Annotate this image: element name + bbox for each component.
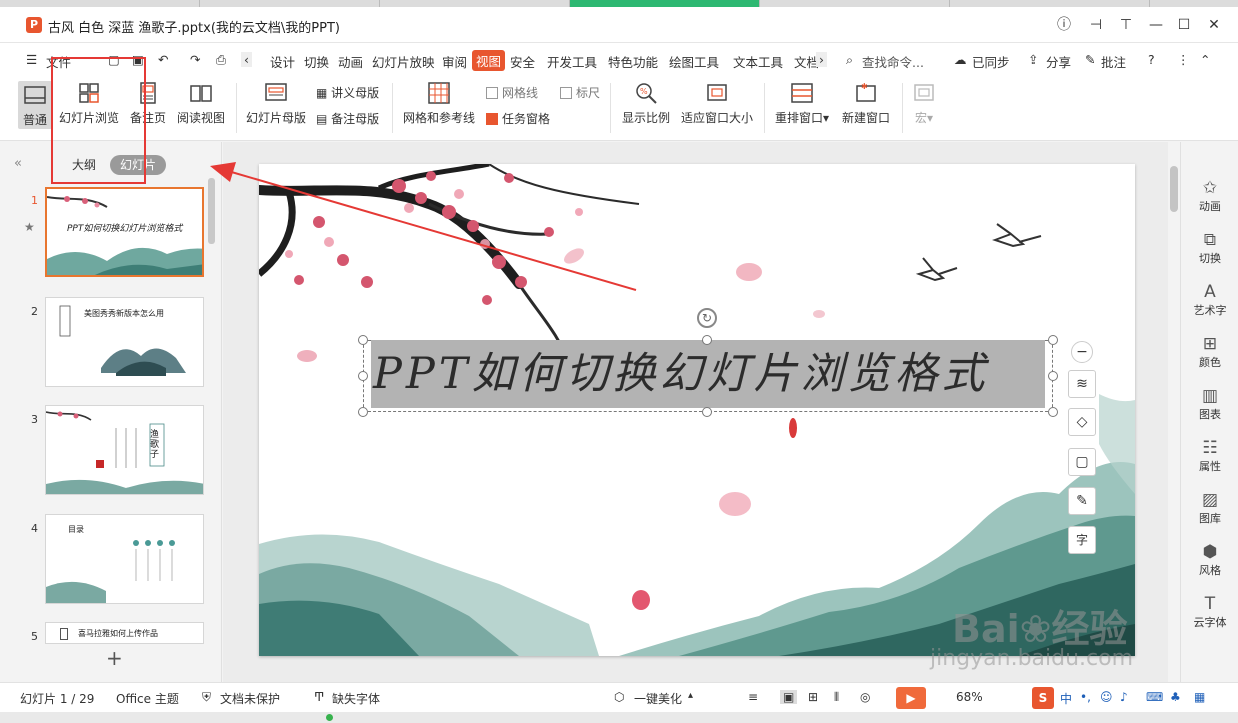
annotation-arrow-icon [210,162,637,291]
wps-presentation-window: P 古风 白色 深蓝 渔歌子.pptx(我的云文档\我的PPT) ⓘ ⊣ ⊤ —… [0,0,1238,723]
